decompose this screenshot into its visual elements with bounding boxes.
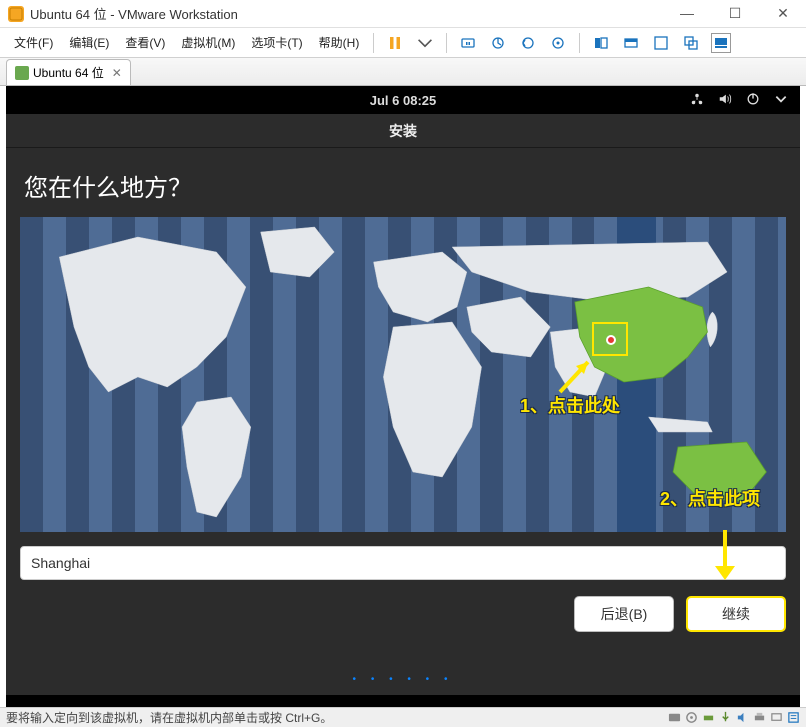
annotation-step1: 1、点击此处: [520, 392, 620, 418]
menu-tabs[interactable]: 选项卡(T): [245, 31, 308, 54]
thumbnail-bar-icon[interactable]: [711, 33, 731, 53]
message-log-icon[interactable]: [786, 711, 800, 725]
network-adapter-icon[interactable]: [701, 711, 715, 725]
vm-tab[interactable]: Ubuntu 64 位 ✕: [6, 59, 131, 85]
unity-icon[interactable]: [681, 33, 701, 53]
menu-vm[interactable]: 虚拟机(M): [175, 31, 241, 54]
progress-indicator: • • • • • •: [20, 674, 786, 685]
close-button[interactable]: ✕: [768, 5, 798, 22]
snapshot-icon[interactable]: [488, 33, 508, 53]
network-icon[interactable]: [690, 92, 704, 109]
send-ctrl-alt-del-icon[interactable]: [458, 33, 478, 53]
device-tray: [667, 711, 800, 725]
timezone-input[interactable]: [20, 546, 786, 580]
continue-button[interactable]: 继续: [686, 596, 786, 632]
cdrom-icon[interactable]: [684, 711, 698, 725]
statusbar-hint: 要将输入定向到该虚拟机，请在虚拟机内部单击或按 Ctrl+G。: [6, 709, 332, 726]
installer-title: 安装: [6, 114, 800, 148]
vmware-titlebar: Ubuntu 64 位 - VMware Workstation — ☐ ✕: [0, 0, 806, 28]
vmware-statusbar: 要将输入定向到该虚拟机，请在虚拟机内部单击或按 Ctrl+G。: [0, 707, 806, 727]
ubuntu-topbar: Jul 6 08:25: [6, 86, 800, 114]
vm-tab-label: Ubuntu 64 位: [33, 64, 104, 81]
vm-display[interactable]: Jul 6 08:25 安装 您在什么地方？: [6, 86, 800, 707]
console-view-icon[interactable]: [621, 33, 641, 53]
soundcard-icon[interactable]: [735, 711, 749, 725]
vmware-tabbar: Ubuntu 64 位 ✕: [0, 58, 806, 86]
location-question: 您在什么地方？: [24, 168, 786, 203]
fullscreen-icon[interactable]: [651, 33, 671, 53]
menu-file[interactable]: 文件(F): [8, 31, 59, 54]
minimize-button[interactable]: —: [672, 5, 702, 22]
usb-icon[interactable]: [718, 711, 732, 725]
back-button[interactable]: 后退(B): [574, 596, 674, 632]
pause-icon[interactable]: [385, 33, 405, 53]
menu-edit[interactable]: 编辑(E): [63, 31, 115, 54]
fit-guest-icon[interactable]: [591, 33, 611, 53]
dropdown-icon[interactable]: [415, 33, 435, 53]
printer-icon[interactable]: [752, 711, 766, 725]
installer-body: 您在什么地方？: [6, 148, 800, 695]
vm-tab-icon: [15, 66, 29, 80]
vmware-icon: [8, 6, 24, 22]
snapshot-revert-icon[interactable]: [518, 33, 538, 53]
display-icon[interactable]: [769, 711, 783, 725]
menu-view[interactable]: 查看(V): [119, 31, 171, 54]
vmware-menubar: 文件(F) 编辑(E) 查看(V) 虚拟机(M) 选项卡(T) 帮助(H): [0, 28, 806, 58]
chevron-down-icon[interactable]: [774, 92, 788, 109]
menu-help[interactable]: 帮助(H): [313, 31, 366, 54]
harddisk-icon[interactable]: [667, 711, 681, 725]
window-title: Ubuntu 64 位 - VMware Workstation: [30, 4, 672, 23]
timezone-map[interactable]: 1、点击此处 2、点击此项: [20, 217, 786, 532]
annotation-step2: 2、点击此项: [660, 485, 760, 511]
location-marker-icon: [606, 335, 616, 345]
volume-icon[interactable]: [718, 92, 732, 109]
power-icon[interactable]: [746, 92, 760, 109]
snapshot-manager-icon[interactable]: [548, 33, 568, 53]
maximize-button[interactable]: ☐: [720, 5, 750, 22]
tab-close-icon[interactable]: ✕: [112, 66, 122, 80]
clock-label: Jul 6 08:25: [370, 93, 437, 108]
